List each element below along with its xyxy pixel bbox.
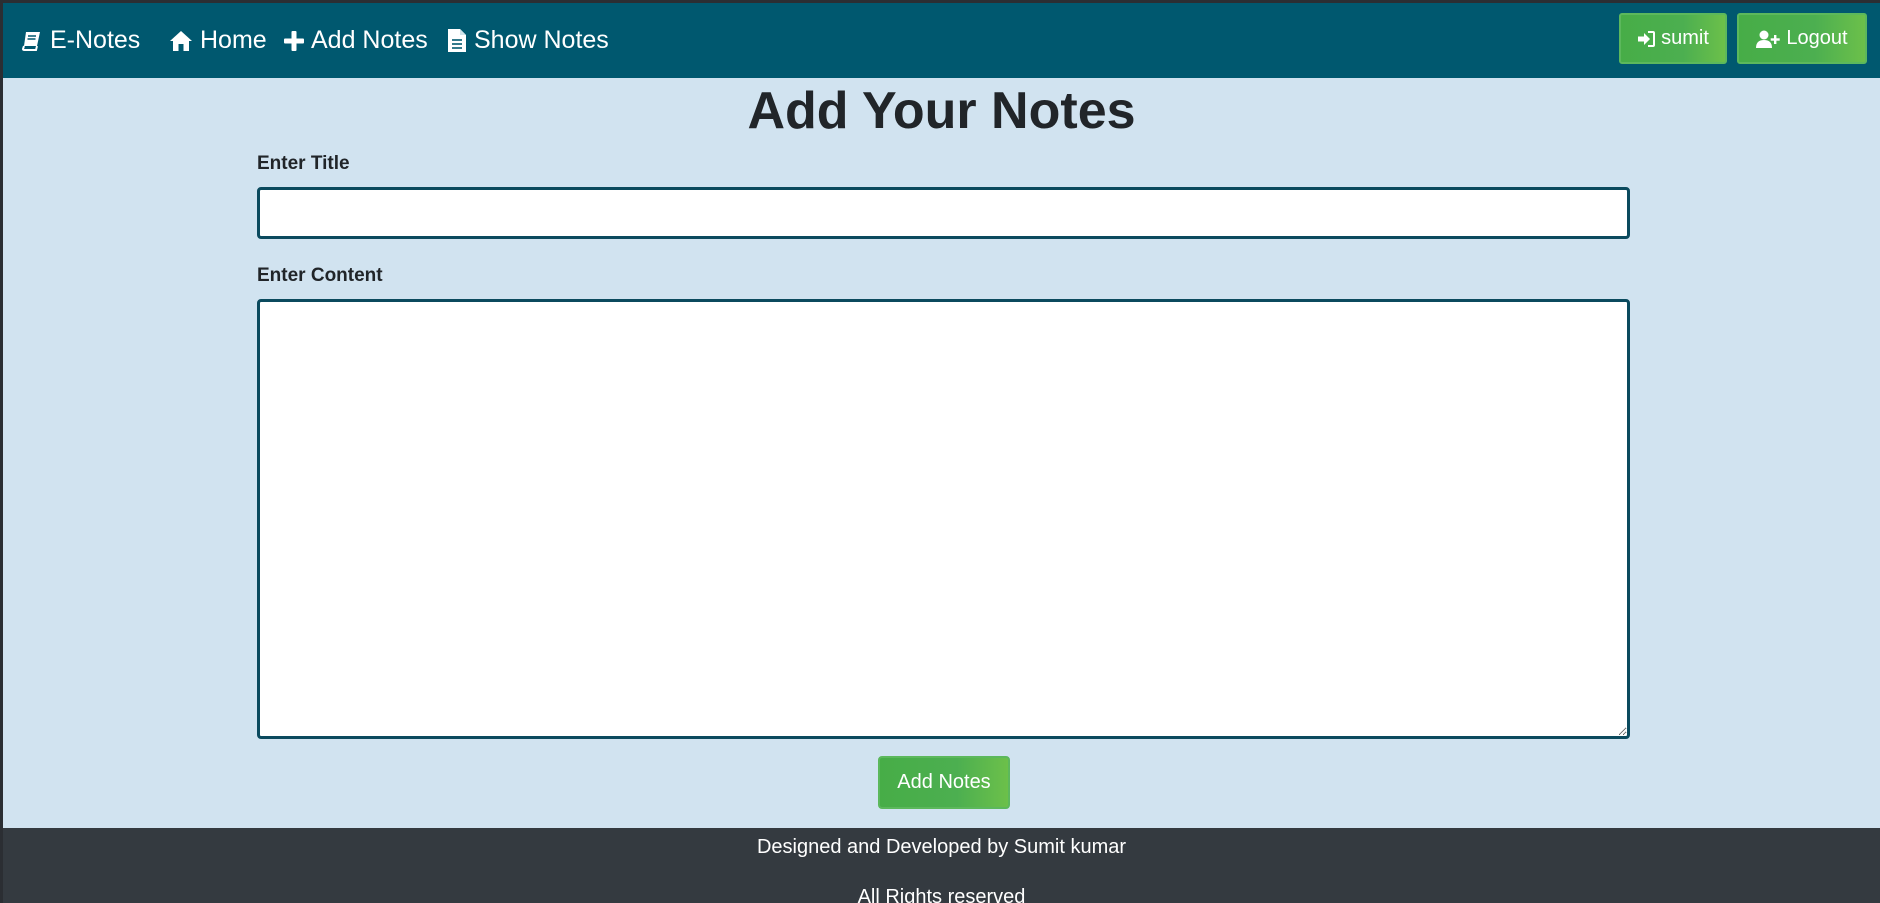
- file-text-icon: [448, 29, 466, 52]
- content-label: Enter Content: [257, 265, 383, 286]
- sign-in-icon: [1638, 30, 1656, 47]
- logout-button-label: Logout: [1786, 27, 1848, 49]
- title-label: Enter Title: [257, 153, 350, 174]
- brand-label: E-Notes: [50, 26, 141, 54]
- nav-show-notes-label: Show Notes: [474, 26, 609, 54]
- nav-show-notes[interactable]: Show Notes: [447, 3, 609, 78]
- footer-credit: Designed and Developed by Sumit kumar: [756, 836, 1127, 858]
- footer: Designed and Developed by Sumit kumar Al…: [3, 828, 1880, 903]
- nav-add-notes-label: Add Notes: [311, 26, 428, 54]
- footer-rights: All Rights reserved: [857, 886, 1026, 903]
- page-title: Add Your Notes: [747, 82, 1136, 140]
- nav-home[interactable]: Home: [169, 3, 267, 78]
- user-button[interactable]: sumit: [1619, 13, 1727, 64]
- book-icon: [21, 31, 40, 51]
- navbar: E-Notes Home Add Notes Show Notes sumit …: [3, 3, 1880, 78]
- user-plus-icon: [1756, 30, 1781, 48]
- nav-add-notes[interactable]: Add Notes: [284, 3, 428, 78]
- add-notes-button[interactable]: Add Notes: [878, 756, 1010, 809]
- logout-button[interactable]: Logout: [1737, 13, 1867, 64]
- home-icon: [170, 30, 192, 51]
- user-button-label: sumit: [1661, 27, 1709, 49]
- page: E-Notes Home Add Notes Show Notes sumit …: [3, 3, 1880, 903]
- nav-home-label: Home: [200, 26, 267, 54]
- title-input[interactable]: [257, 187, 1630, 239]
- content-textarea[interactable]: [257, 299, 1630, 739]
- plus-icon: [284, 30, 304, 51]
- brand-link[interactable]: E-Notes: [21, 3, 140, 78]
